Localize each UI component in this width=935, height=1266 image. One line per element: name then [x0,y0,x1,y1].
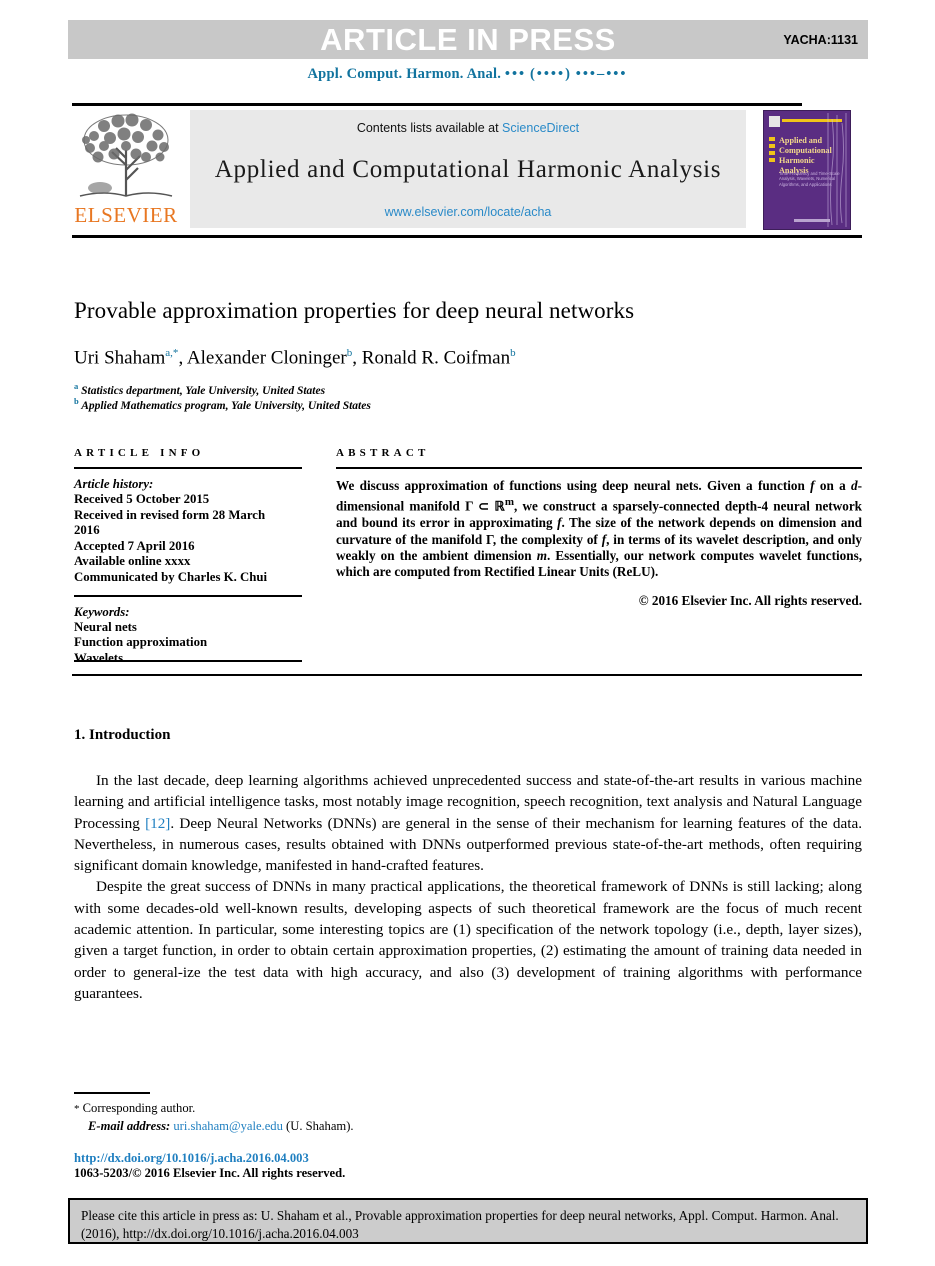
section-heading-introduction: 1. Introduction [74,727,171,743]
masthead-rule-bottom [72,235,862,238]
journal-abbrev: Appl. Comput. Harmon. Anal. [307,66,502,82]
article-code-label: YACHA:1131 [783,33,858,47]
author-list: Uri Shahama,*, Alexander Cloninger b, Ron… [74,347,864,369]
journal-running-head: Appl. Comput. Harmon. Anal. ••• (••••) •… [0,66,935,83]
affiliation-mark: b [74,396,79,406]
footnote-block: * Corresponding author. E-mail address: … [74,1100,574,1135]
author-affiliation-mark[interactable]: b [510,347,516,359]
article-history-item: 2016 [74,523,100,538]
volume-placeholder: ••• [504,66,527,82]
abstract-copyright: © 2016 Elsevier Inc. All rights reserved… [638,592,862,608]
author-name: Uri Shaham [74,347,166,369]
please-cite-text: Please cite this article in press as: U.… [81,1208,839,1241]
article-history-item: Received 5 October 2015 [74,492,210,506]
affiliation-text: Applied Mathematics program, Yale Univer… [81,399,371,412]
masthead-rule-top [72,103,802,106]
elsevier-logo: ELSEVIER [74,110,178,228]
article-info-rule [74,467,302,469]
body-text: In the last decade, deep learning algori… [74,770,862,1004]
abstract-rule [336,467,862,469]
abstract-symbol-d: d [851,478,858,493]
abstract-column: ABSTRACT We discuss approximation of fun… [336,447,862,609]
footnote-rule [74,1092,150,1094]
author-name: Alexander Cloninger [186,347,347,369]
affiliation-line: b Applied Mathematics program, Yale Univ… [74,396,864,412]
article-info-column: ARTICLE INFO Article history: Received 5… [74,447,302,666]
issn-copyright-line: 1063-5203/© 2016 Elsevier Inc. All right… [74,1166,346,1180]
sciencedirect-link[interactable]: ScienceDirect [502,121,579,135]
sciencedirect-box: Contents lists available at ScienceDirec… [190,110,746,228]
abstract-symbol-m: m [536,548,547,564]
doi-link[interactable]: http://dx.doi.org/10.1016/j.acha.2016.04… [74,1151,309,1166]
cover-publisher-badge [769,116,780,127]
abstract-text: We discuss approximation of functions us… [336,478,862,581]
author-name: Ronald R. Coifman [361,347,511,369]
keywords-label: Keywords: [74,604,130,619]
article-history-label: Article history: [74,477,154,491]
journal-homepage-link[interactable]: www.elsevier.com/locate/acha [190,205,746,219]
cover-wavelet-graphic [827,113,847,227]
please-cite-box: Please cite this article in press as: U.… [68,1198,868,1244]
article-in-press-banner: ARTICLE IN PRESS YACHA:1131 [68,20,868,59]
article-history-item: Communicated by Charles K. Chui [74,569,268,584]
year-placeholder: (••••) [529,66,572,82]
abstract-seg: on a [814,478,852,493]
elsevier-tree-icon [79,113,173,197]
author-separator: , [352,347,362,369]
article-history-item: Available online xxxx [74,554,191,569]
abstract-seg: We discuss approximation of functions us… [336,478,811,493]
journal-title: Applied and Computational Harmonic Analy… [214,156,722,183]
keyword-item: Wavelets [74,650,124,665]
article-history-item: Accepted 7 April 2016 [74,538,195,553]
abstract-heading: ABSTRACT [336,447,430,459]
keyword-item: Neural nets [74,619,137,634]
contents-prefix: Contents lists available at [356,121,499,135]
contents-available-line: Contents lists available at ScienceDirec… [190,121,746,135]
article-info-bottom-rule [74,660,302,662]
elsevier-wordmark: ELSEVIER [74,203,178,227]
author-affiliation-mark[interactable]: a,* [165,347,178,359]
email-link[interactable]: uri.shaham@yale.edu [173,1119,283,1133]
citation-link[interactable]: [12] [145,815,170,832]
email-label: E-mail address: [88,1119,171,1133]
affiliation-line: a Statistics department, Yale University… [74,381,864,397]
cover-footer-bar [794,219,830,222]
header-block-bottom-rule [72,674,862,676]
abstract-symbol-m-sup: m [504,496,515,509]
paragraph-seg: . Deep Neural Networks (DNNs) are genera… [74,814,862,875]
footnote-star-mark: * [74,1103,80,1115]
page-title: Provable approximation properties for de… [74,298,635,323]
paragraph: In the last decade, deep learning algori… [74,770,862,876]
journal-cover-thumbnail: Applied and Computational Harmonic Analy… [763,110,851,230]
article-info-heading: ARTICLE INFO [74,447,205,459]
keywords-rule [74,594,302,597]
affiliation-mark: a [74,381,79,391]
pages-placeholder: •••–••• [575,66,628,82]
corresponding-author-text: Corresponding author. [82,1101,196,1115]
email-note: E-mail address: uri.shaham@yale.edu (U. … [74,1118,574,1135]
corresponding-author-note: * Corresponding author. [74,1100,574,1118]
cover-dot-strip [769,137,776,165]
email-suffix: (U. Shaham). [286,1119,354,1133]
paragraph: Despite the great success of DNNs in man… [74,878,862,1002]
article-in-press-label: ARTICLE IN PRESS [320,22,616,57]
author-separator: , [178,347,187,369]
article-history-item: Received in revised form 28 March [74,507,266,522]
keyword-item: Function approximation [74,635,208,650]
